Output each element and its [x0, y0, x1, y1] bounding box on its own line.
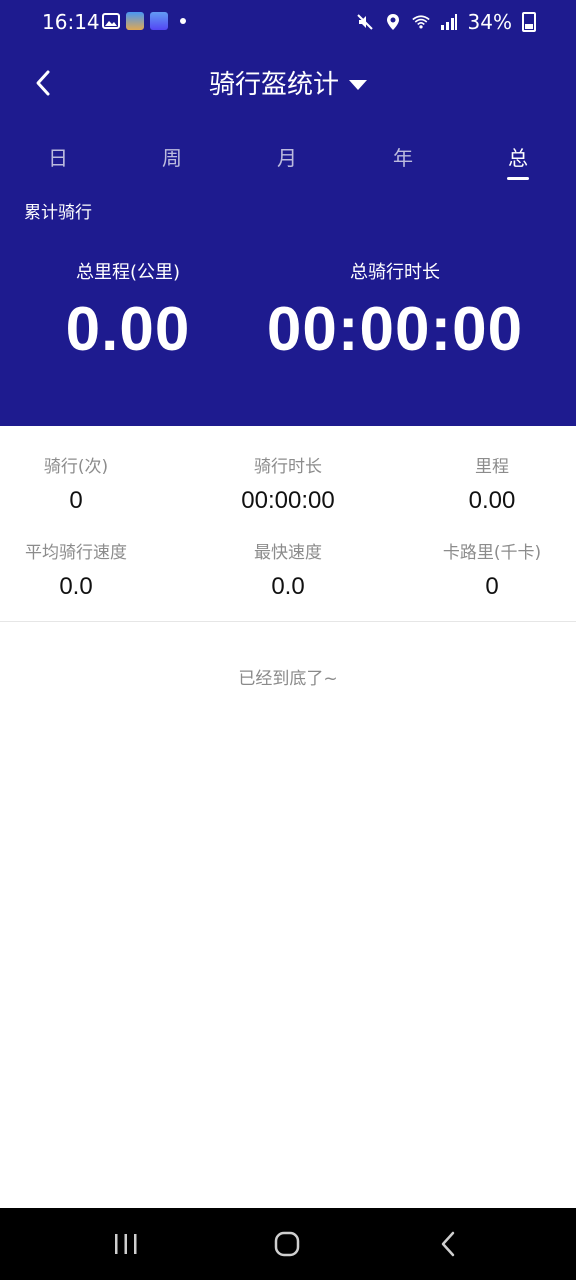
stat-ride-count: 骑行(次) 0	[0, 452, 166, 515]
header: 骑行盔统计	[0, 58, 576, 108]
stat-average-speed: 平均骑行速度 0.0	[0, 538, 166, 601]
stat-value: 0.0	[271, 573, 305, 600]
caret-down-icon	[349, 79, 367, 90]
period-tabs: 日 周 月 年 总	[0, 142, 576, 182]
battery-percent: 34%	[467, 10, 512, 34]
recents-icon	[115, 1234, 137, 1254]
more-notifications-dot-icon	[180, 18, 186, 24]
stat-label: 骑行(次)	[43, 457, 109, 477]
total-distance-label: 总里程(公里)	[75, 262, 181, 283]
mute-icon	[356, 13, 374, 31]
status-system-icons: 34%	[356, 10, 536, 34]
title-dropdown[interactable]: 骑行盔统计	[0, 64, 576, 101]
total-distance-block: 总里程(公里) 0.00	[44, 258, 212, 365]
tab-month[interactable]: 月	[267, 142, 307, 171]
stat-value: 0	[485, 573, 499, 600]
page-title: 骑行盔统计	[208, 70, 339, 100]
cumulative-section-label: 累计骑行	[24, 203, 92, 223]
total-duration-block: 总骑行时长 00:00:00	[266, 258, 524, 365]
total-distance-value: 0.00	[65, 295, 191, 364]
stat-value: 0.0	[59, 573, 93, 600]
end-of-list-note: 已经到底了~	[238, 669, 338, 689]
status-notification-icons	[102, 12, 186, 30]
battery-icon	[522, 12, 536, 32]
tab-year[interactable]: 年	[383, 142, 423, 171]
stats-grid: 骑行(次) 0 骑行时长 00:00:00 里程 0.00 平均骑行速度 0.0…	[0, 426, 576, 622]
stat-label: 骑行时长	[254, 457, 322, 477]
app-notification-icon	[150, 12, 168, 30]
nav-back-button[interactable]	[408, 1208, 488, 1280]
stat-label: 卡路里(千卡)	[442, 543, 542, 563]
total-duration-label: 总骑行时长	[350, 262, 440, 283]
stat-ride-duration: 骑行时长 00:00:00	[198, 452, 378, 515]
recents-button[interactable]	[86, 1208, 166, 1280]
status-time: 16:14	[42, 10, 100, 34]
home-button[interactable]	[247, 1208, 327, 1280]
system-navigation-bar	[0, 1208, 576, 1280]
stat-value: 00:00:00	[241, 487, 335, 514]
tab-day[interactable]: 日	[38, 142, 78, 171]
stat-label: 平均骑行速度	[25, 543, 127, 563]
nav-back-icon	[441, 1231, 455, 1257]
home-icon	[274, 1231, 300, 1257]
signal-icon	[440, 13, 458, 31]
divider	[0, 621, 576, 622]
status-bar: 16:14 34%	[0, 0, 576, 44]
page: 16:14 34% 骑行盔统计 日 周 月 年 总 累计骑行 总里程(公里) 0…	[0, 0, 576, 1280]
stat-calories: 卡路里(千卡) 0	[402, 538, 576, 601]
gallery-icon	[102, 12, 120, 30]
wifi-icon	[411, 13, 430, 31]
stat-value: 0	[69, 487, 83, 514]
stat-distance: 里程 0.00	[402, 452, 576, 515]
tab-total[interactable]: 总	[498, 142, 538, 180]
stat-label: 最快速度	[254, 543, 322, 563]
stat-value: 0.00	[468, 487, 516, 514]
stat-max-speed: 最快速度 0.0	[198, 538, 378, 601]
tab-week[interactable]: 周	[152, 142, 192, 171]
stats-header-panel: 16:14 34% 骑行盔统计 日 周 月 年 总 累计骑行 总里程(公里) 0…	[0, 0, 576, 426]
location-icon	[384, 13, 402, 31]
total-duration-value: 00:00:00	[266, 295, 524, 364]
stat-label: 里程	[475, 457, 509, 477]
app-notification-icon	[126, 12, 144, 30]
